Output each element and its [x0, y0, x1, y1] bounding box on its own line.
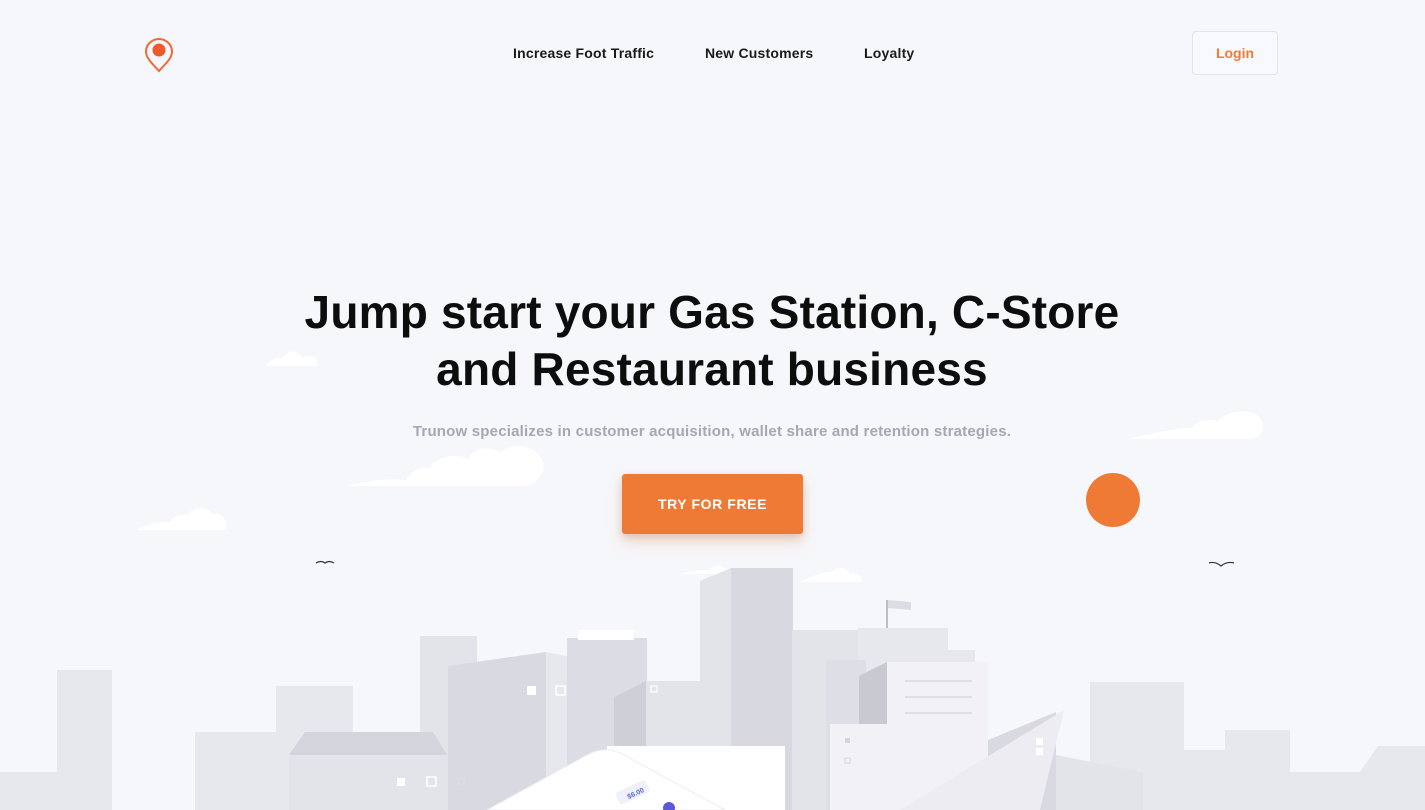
cloud [348, 446, 544, 486]
nav-item-new-customers[interactable]: New Customers [705, 45, 813, 61]
hero-title-line1: Jump start your Gas Station, C-Store [304, 286, 1120, 338]
hero-title-line2: and Restaurant business [436, 343, 988, 395]
buildings-mid [289, 568, 1143, 810]
bird [1208, 561, 1235, 567]
phone-illustration: $6.00 [486, 746, 785, 810]
windows [397, 685, 1043, 787]
hero-title: Jump start your Gas Station, C-Store and… [262, 284, 1162, 398]
cloud [136, 508, 227, 530]
try-for-free-button[interactable]: TRY FOR FREE [622, 474, 803, 534]
bird [315, 560, 335, 564]
buildings-back [0, 628, 1425, 810]
nav-item-loyalty[interactable]: Loyalty [864, 45, 914, 61]
birds [315, 560, 1235, 567]
cloud [680, 565, 735, 574]
phone-amount: $6.00 [627, 787, 646, 801]
hero-subtitle: Trunow specializes in customer acquisiti… [412, 423, 1012, 440]
cloud [800, 567, 862, 582]
sun-decoration [1086, 473, 1140, 527]
nav-item-increase-foot-traffic[interactable]: Increase Foot Traffic [513, 45, 654, 61]
city-illustration: $6.00 [0, 351, 1425, 810]
login-button[interactable]: Login [1192, 31, 1278, 75]
